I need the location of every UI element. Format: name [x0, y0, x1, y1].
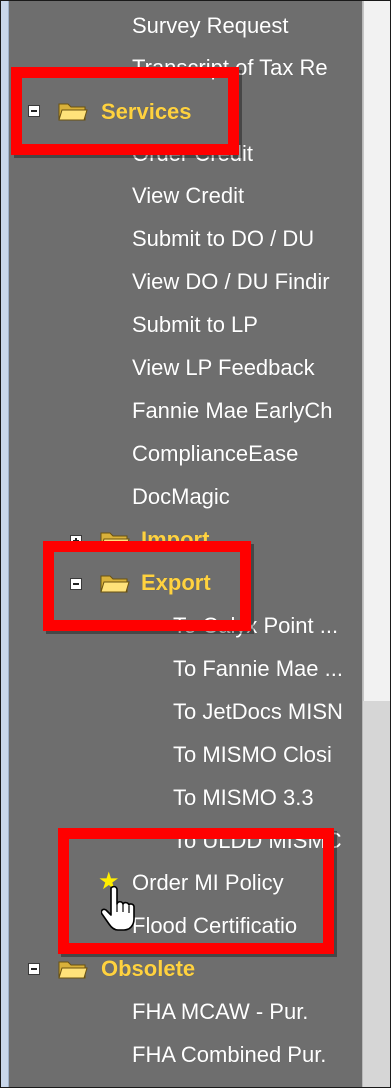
mi-policy-highlight-box	[58, 828, 334, 954]
tree-folder-obsolete[interactable]: Obsolete	[101, 952, 195, 986]
scrollbar-thumb[interactable]	[363, 1, 390, 701]
tree-item-fannie-mae-earlycheck[interactable]: Fannie Mae EarlyCh	[132, 394, 333, 428]
tree-item-to-fannie-mae[interactable]: To Fannie Mae ...	[173, 652, 343, 686]
export-highlight-box	[43, 541, 251, 631]
tree-item-fha-combined-pur[interactable]: FHA Combined Pur.	[132, 1038, 326, 1072]
tree-panel: Survey Request Transcript of Tax Re Serv…	[0, 0, 391, 1088]
obsolete-collapse-toggle[interactable]	[28, 963, 40, 975]
tree-item-to-mismo-closing[interactable]: To MISMO Closi	[173, 738, 332, 772]
tree-item-docmagic[interactable]: DocMagic	[132, 480, 230, 514]
tree-item-complianceease[interactable]: ComplianceEase	[132, 437, 298, 471]
hand-cursor-icon	[101, 885, 135, 931]
services-highlight-box	[11, 67, 239, 155]
tree-item-view-credit[interactable]: View Credit	[132, 179, 244, 213]
tree-item-submit-lp[interactable]: Submit to LP	[132, 308, 258, 342]
tree-item-to-jetdocs-mismo[interactable]: To JetDocs MISN	[173, 695, 343, 729]
tree-item-survey-request[interactable]: Survey Request	[132, 9, 289, 43]
tree-item-submit-do-du[interactable]: Submit to DO / DU	[132, 222, 314, 256]
tree-item-to-mismo-3-3[interactable]: To MISMO 3.3	[173, 781, 314, 815]
tree-item-fha-mcaw-pur[interactable]: FHA MCAW - Pur.	[132, 995, 308, 1029]
folder-open-icon	[58, 961, 88, 979]
navigation-tree: Survey Request Transcript of Tax Re Serv…	[1, 1, 362, 1087]
tree-item-view-lp-feedback[interactable]: View LP Feedback	[132, 351, 315, 385]
tree-item-view-do-du-findings[interactable]: View DO / DU Findir	[132, 265, 330, 299]
